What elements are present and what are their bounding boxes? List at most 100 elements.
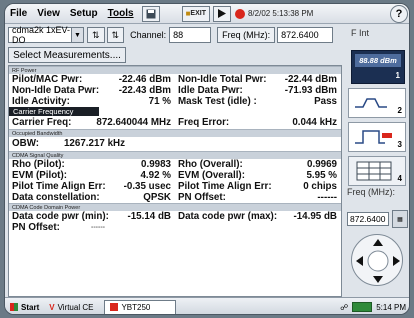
evm-pilot-value: 4.92 % bbox=[140, 170, 171, 181]
nav-up-icon bbox=[373, 239, 383, 246]
play-button[interactable] bbox=[212, 5, 231, 22]
btn2-num: 2 bbox=[397, 106, 402, 115]
swap-down-icon[interactable]: ⇅ bbox=[106, 27, 125, 43]
ybt250-task[interactable]: YBT250 bbox=[104, 299, 177, 314]
pn-offset-value: ------ bbox=[317, 192, 337, 203]
mode-select[interactable]: cdma2k 1xEV-DO ▼ bbox=[8, 25, 84, 45]
carrier-freq-label: Carrier Freq: bbox=[12, 117, 72, 128]
display-mode-4-button[interactable]: 4 bbox=[348, 156, 406, 186]
menu-tools[interactable]: Tools bbox=[103, 8, 139, 19]
evm-pilot-label: EVM (Pilot): bbox=[12, 170, 67, 181]
datetime-text: 8/2/02 5:13:38 PM bbox=[247, 9, 314, 18]
mask-test-value: Pass bbox=[314, 96, 337, 107]
channel-input[interactable]: 88 bbox=[169, 27, 212, 43]
idle-data-label: Idle Data Pwr: bbox=[178, 85, 243, 96]
nonidle-total-label: Non-Idle Total Pwr: bbox=[178, 74, 267, 85]
freq-error-value: 0.044 kHz bbox=[292, 117, 337, 128]
virtual-ce-label: Virtual CE bbox=[57, 302, 94, 312]
constellation-label: Data constellation: bbox=[12, 192, 100, 203]
table-row: Rho (Pilot): 0.9983 Rho (Overall): 0.9969 bbox=[9, 159, 341, 170]
select-measurements-button[interactable]: Select Measurements.... bbox=[8, 47, 126, 63]
pilot-align-chips-label: Pilot Time Align Err: bbox=[178, 181, 272, 192]
app-label: YBT250 bbox=[121, 302, 151, 312]
measurement-panel: RF Power Pilot/MAC Pwr: -22.46 dBm Non-Id… bbox=[8, 65, 342, 297]
swap-up-icon[interactable]: ⇅ bbox=[87, 27, 105, 43]
display-mode-1-button[interactable]: 88.88 dBm 1 bbox=[351, 50, 405, 84]
display-value: 88.88 dBm bbox=[355, 54, 401, 67]
virtual-ce-item[interactable]: V Virtual CE bbox=[44, 300, 98, 315]
display-mode-2-button[interactable]: 2 bbox=[348, 88, 406, 118]
obw-value: 1267.217 kHz bbox=[63, 138, 125, 149]
evm-overall-label: EVM (Overall): bbox=[178, 170, 245, 181]
nav-center bbox=[367, 250, 389, 272]
table-row: Non-Idle Data Pwr: -22.43 dBm Idle Data P… bbox=[9, 85, 341, 96]
section-occupied-bandwidth: Occupied Bandwidth bbox=[9, 129, 341, 137]
side-panel: F Int 88.88 dBm 1 2 3 4 Freq (MHz): 872.… bbox=[345, 24, 409, 296]
datetime-display: 8/2/02 5:13:38 PM bbox=[234, 8, 314, 19]
taskbar: Start V Virtual CE YBT250 ☍ 5:14 PM bbox=[5, 297, 409, 315]
nonidle-data-value: -22.43 dBm bbox=[118, 85, 171, 96]
signal-icon bbox=[352, 302, 373, 312]
pilot-align-value: -0.35 usec bbox=[123, 181, 171, 192]
code-min-value: -15.14 dB bbox=[127, 211, 171, 222]
rho-pilot-label: Rho (Pilot): bbox=[12, 159, 65, 170]
rho-overall-value: 0.9969 bbox=[307, 159, 337, 170]
section-rf-power: RF Power bbox=[9, 66, 341, 74]
code-max-label: Data code pwr (max): bbox=[178, 211, 278, 222]
stop-icon[interactable] bbox=[234, 8, 245, 19]
save-icon[interactable] bbox=[141, 5, 160, 22]
rho-overall-label: Rho (Overall): bbox=[178, 159, 243, 170]
table-row: Carrier Freq: 872.640044 MHz Freq Error: 0… bbox=[9, 116, 341, 129]
f-int-icon[interactable]: F Int bbox=[351, 28, 369, 38]
pilot-align-chips-value: 0 chips bbox=[303, 181, 337, 192]
table-row: OBW: 1267.217 kHz bbox=[9, 137, 341, 151]
table-row: Pilot/MAC Pwr: -22.46 dBm Non-Idle Total … bbox=[9, 74, 341, 85]
display-mode-3-button[interactable]: 3 bbox=[348, 122, 406, 152]
code-max-value: -14.95 dB bbox=[293, 211, 337, 222]
start-label: Start bbox=[21, 302, 40, 312]
menu-setup[interactable]: Setup bbox=[65, 8, 103, 19]
code-pn-label: PN Offset: bbox=[12, 222, 60, 233]
table-row: Data code pwr (min): -15.14 dB Data code … bbox=[9, 211, 341, 222]
keypad-icon[interactable]: ▦ bbox=[392, 210, 408, 228]
virtual-ce-icon: V bbox=[49, 302, 55, 312]
display-num: 1 bbox=[395, 71, 400, 80]
pn-offset-label: PN Offset: bbox=[178, 192, 226, 203]
constellation-value: QPSK bbox=[143, 192, 171, 203]
channel-label: Channel: bbox=[130, 30, 167, 40]
navigation-dial[interactable] bbox=[351, 234, 403, 286]
btn3-num: 3 bbox=[397, 140, 402, 149]
btn4-num: 4 bbox=[397, 174, 402, 183]
freq-label: Freq (MHz): bbox=[222, 30, 271, 40]
exit-button[interactable]: ■ EXIT bbox=[181, 5, 210, 22]
code-min-label: Data code pwr (min): bbox=[12, 211, 109, 222]
side-freq-label: Freq (MHz): bbox=[347, 187, 395, 197]
side-freq-input[interactable]: 872.6400 bbox=[347, 212, 389, 226]
mask-test-label: Mask Test (idle) : bbox=[178, 96, 257, 107]
code-pn-value: ------ bbox=[91, 224, 105, 231]
obw-label: OBW: bbox=[12, 138, 40, 149]
toolbar: cdma2k 1xEV-DO ▼ ⇅ ⇅ Channel: 88 Freq (M… bbox=[5, 24, 345, 46]
nav-left-icon bbox=[356, 256, 363, 266]
carrier-freq-value: 872.640044 MHz bbox=[96, 117, 171, 128]
menu-file[interactable]: File bbox=[5, 8, 32, 19]
nav-right-icon bbox=[393, 256, 400, 266]
menu-bar: File View Setup Tools ■ EXIT 8/2/02 5:13:… bbox=[5, 4, 409, 24]
idle-activity-label: Idle Activity: bbox=[12, 96, 70, 107]
clock: 5:14 PM bbox=[376, 302, 406, 312]
help-button[interactable]: ? bbox=[390, 4, 408, 23]
system-tray: ☍ 5:14 PM bbox=[340, 302, 409, 312]
chevron-down-icon[interactable]: ▼ bbox=[71, 28, 83, 42]
pilot-mac-label: Pilot/MAC Pwr: bbox=[12, 74, 83, 85]
freq-input[interactable]: 872.6400 bbox=[277, 27, 334, 43]
section-carrier-frequency: Carrier Frequency bbox=[9, 107, 99, 116]
network-icon[interactable]: ☍ bbox=[340, 303, 348, 312]
exit-label: EXIT bbox=[190, 10, 206, 17]
table-row: Idle Activity: 71 % Mask Test (idle) : Pas… bbox=[9, 96, 341, 107]
section-signal-quality: CDMA Signal Quality bbox=[9, 151, 341, 159]
start-button[interactable]: Start bbox=[5, 300, 44, 315]
freq-button[interactable]: Freq (MHz): bbox=[217, 27, 276, 43]
windows-logo-icon bbox=[10, 303, 18, 311]
app-window: File View Setup Tools ■ EXIT 8/2/02 5:13:… bbox=[4, 3, 410, 315]
menu-view[interactable]: View bbox=[32, 8, 65, 19]
